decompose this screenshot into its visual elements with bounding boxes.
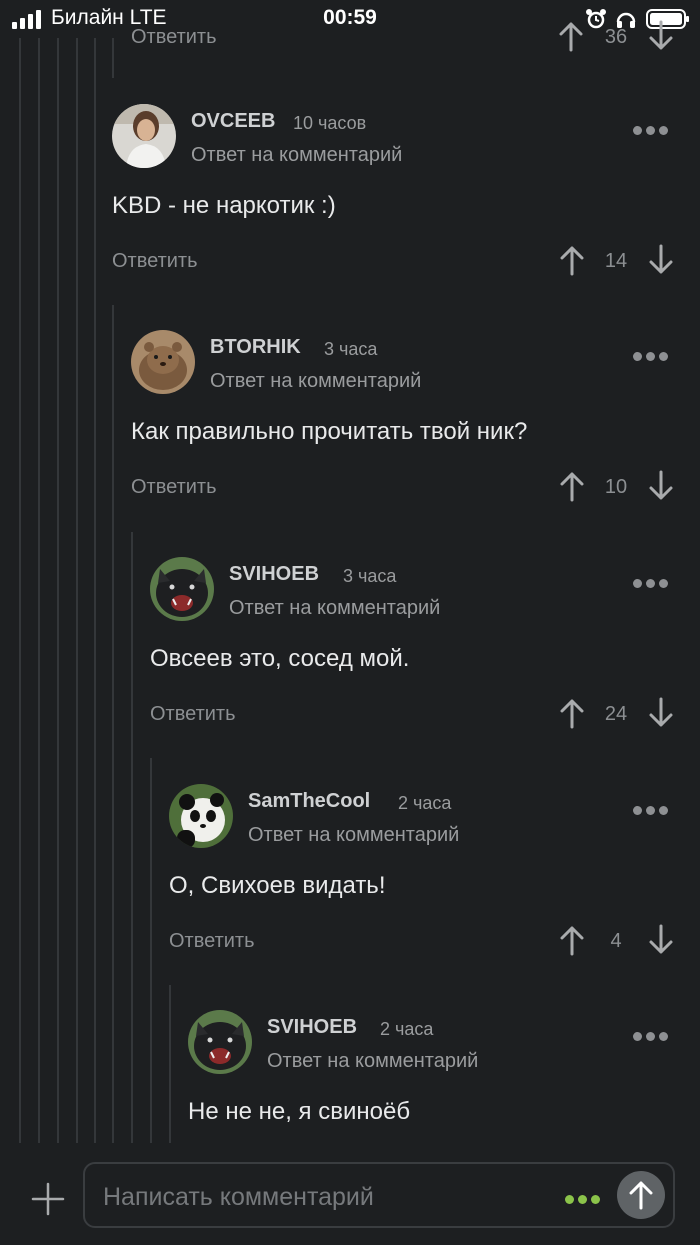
comment-text: О, Свихоев видать!: [169, 872, 386, 899]
downvote-icon[interactable]: [647, 924, 675, 956]
reply-to-link[interactable]: Ответ на комментарий: [267, 1050, 478, 1073]
thread-line: [94, 38, 96, 1143]
more-icon[interactable]: [633, 1028, 673, 1041]
comment-time: 3 часа: [324, 339, 378, 359]
comment-author[interactable]: SamTheCool: [248, 790, 370, 813]
downvote-icon[interactable]: [647, 697, 675, 729]
avatar[interactable]: [150, 557, 214, 621]
comment-time: 10 часов: [293, 113, 367, 133]
vote-count: 24: [604, 703, 628, 725]
avatar[interactable]: [188, 1010, 252, 1074]
reply-to-link[interactable]: Ответ на комментарий: [229, 597, 440, 620]
upvote-icon[interactable]: [558, 244, 586, 276]
comment: SVIHOEB 3 часа Ответ на комментарий Овсе…: [150, 557, 676, 737]
thread-line: [150, 758, 152, 1143]
thread-line: [131, 532, 133, 1143]
comment-composer: Написать комментарий: [0, 1143, 700, 1245]
thread-line: [112, 305, 114, 1143]
reply-button[interactable]: Ответить: [169, 930, 255, 953]
comment-text: Как правильно прочитать твой ник?: [131, 418, 528, 445]
more-icon[interactable]: [633, 575, 673, 588]
more-icon[interactable]: [633, 122, 673, 135]
more-icon[interactable]: [633, 348, 673, 361]
comment-input[interactable]: Написать комментарий: [83, 1162, 675, 1228]
downvote-icon[interactable]: [647, 470, 675, 502]
partial-comment-footer: Ответить 36: [131, 0, 676, 60]
vote-count: 14: [604, 250, 628, 272]
comment-author[interactable]: OVCEEB: [191, 110, 275, 133]
reply-to-link[interactable]: Ответ на комментарий: [191, 144, 402, 167]
comment-time: 2 часа: [380, 1019, 434, 1039]
downvote-icon[interactable]: [647, 20, 675, 52]
comment-input-placeholder: Написать комментарий: [103, 1183, 374, 1211]
reply-button[interactable]: Ответить: [112, 250, 198, 273]
thread-line: [169, 985, 171, 1143]
comment: SamTheCool 2 часа Ответ на комментарий О…: [169, 784, 676, 964]
ellipsis-icon[interactable]: [565, 1191, 609, 1204]
upvote-icon[interactable]: [558, 470, 586, 502]
avatar[interactable]: [131, 330, 195, 394]
reply-to-link[interactable]: Ответ на комментарий: [248, 824, 459, 847]
thread-line: [112, 38, 114, 78]
comment-time: 2 часа: [398, 793, 452, 813]
comment: OVCEEB 10 часов Ответ на комментарий KBD…: [112, 104, 676, 284]
vote-count: 36: [604, 26, 628, 48]
vote-count: 10: [604, 476, 628, 498]
comment: SVIHOEB 2 часа Ответ на комментарий Не н…: [188, 1010, 676, 1140]
avatar[interactable]: [169, 784, 233, 848]
comment-time: 3 часа: [343, 566, 397, 586]
downvote-icon[interactable]: [647, 244, 675, 276]
comment-text: Овсеев это, сосед мой.: [150, 645, 410, 672]
thread-line: [76, 38, 78, 1143]
upvote-icon[interactable]: [558, 924, 586, 956]
send-button[interactable]: [617, 1171, 665, 1219]
upvote-icon[interactable]: [558, 697, 586, 729]
arrow-up-icon: [629, 1181, 653, 1210]
thread-line: [38, 38, 40, 1143]
reply-button[interactable]: Ответить: [131, 26, 217, 49]
comment-text: KBD - не наркотик :): [112, 192, 336, 219]
thread-line: [57, 38, 59, 1143]
more-icon[interactable]: [633, 802, 673, 815]
comment-author[interactable]: BTORHIK: [210, 336, 301, 359]
comment: BTORHIK 3 часа Ответ на комментарий Как …: [131, 330, 676, 510]
reply-button[interactable]: Ответить: [131, 476, 217, 499]
comment-author[interactable]: SVIHOEB: [229, 563, 319, 586]
comment-author[interactable]: SVIHOEB: [267, 1016, 357, 1039]
upvote-icon[interactable]: [557, 20, 585, 52]
plus-icon[interactable]: [30, 1181, 66, 1217]
reply-to-link[interactable]: Ответ на комментарий: [210, 370, 421, 393]
vote-count: 4: [610, 930, 622, 952]
comment-text: Не не не, я свиноёб: [188, 1098, 411, 1125]
thread-line: [19, 38, 21, 1143]
reply-button[interactable]: Ответить: [150, 703, 236, 726]
avatar[interactable]: [112, 104, 176, 168]
